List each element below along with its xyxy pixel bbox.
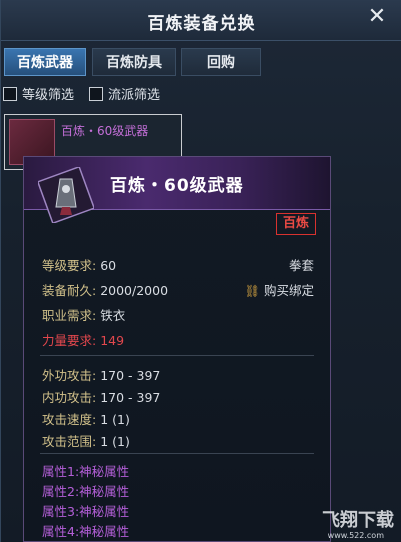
attribute-line: 属性3:神秘属性: [42, 504, 130, 519]
inner-attack-label: 内功攻击:: [42, 390, 97, 405]
grade-badge: 百炼: [275, 213, 316, 235]
tooltip-item-name: 百炼・60级武器: [110, 176, 244, 196]
list-item-name: 百炼・60级武器: [61, 124, 149, 138]
gauntlet-icon: [38, 167, 94, 223]
attribute-line: 属性2:神秘属性: [42, 484, 130, 499]
durability-value: 2000/2000: [100, 283, 169, 298]
outer-attack-value: 170 - 397: [100, 368, 161, 383]
title-bar: 百炼装备兑换 ✕: [1, 0, 401, 41]
bind-status: ⛓ 购买绑定: [245, 280, 314, 299]
class-label: 职业需求:: [42, 308, 97, 323]
equipment-exchange-window: 百炼装备兑换 ✕ 百炼武器 百炼防具 回购 等级筛选 流派筛选 百炼・60级武器…: [0, 0, 401, 542]
window-title: 百炼装备兑换: [147, 14, 256, 34]
strength-requirement: 力量要求: 149: [42, 330, 124, 349]
close-icon[interactable]: ✕: [366, 6, 388, 28]
attribute-line: 属性1:神秘属性: [42, 464, 130, 479]
level-value: 60: [100, 258, 117, 273]
attribute-line: 属性4:神秘属性: [42, 524, 130, 539]
inner-attack: 内功攻击: 170 - 397: [42, 387, 160, 406]
level-label: 等级要求:: [42, 258, 97, 273]
school-filter-label: 流派筛选: [108, 88, 161, 103]
durability-label: 装备耐久:: [42, 283, 97, 298]
divider: [40, 355, 314, 356]
strength-label: 力量要求:: [42, 333, 97, 348]
outer-attack-label: 外功攻击:: [42, 368, 97, 383]
watermark-url: www.522.com: [327, 531, 384, 540]
class-value: 铁衣: [100, 308, 126, 323]
tab-weapons[interactable]: 百炼武器: [4, 48, 86, 76]
attack-range-value: 1 (1): [100, 434, 130, 449]
tab-buyback[interactable]: 回购: [181, 48, 261, 76]
school-filter-checkbox[interactable]: 流派筛选: [89, 86, 160, 106]
level-requirement: 等级要求: 60: [42, 255, 116, 274]
weapon-type: 拳套: [288, 258, 314, 273]
item-tooltip: 百炼・60级武器 百炼 等级要求: 60 拳套 装备耐久: 2000/2000 …: [23, 156, 331, 542]
attack-range: 攻击范围: 1 (1): [42, 431, 130, 450]
watermark-logo: 飞翔下载: [322, 510, 394, 531]
checkbox-icon: [3, 87, 17, 101]
attack-speed-value: 1 (1): [100, 412, 130, 427]
attack-speed: 攻击速度: 1 (1): [42, 409, 130, 428]
inner-attack-value: 170 - 397: [100, 390, 161, 405]
lock-icon: ⛓: [244, 284, 260, 298]
class-requirement: 职业需求: 铁衣: [42, 305, 125, 324]
level-filter-label: 等级筛选: [22, 88, 75, 103]
attack-range-label: 攻击范围:: [42, 434, 97, 449]
checkbox-icon: [89, 87, 103, 101]
strength-value: 149: [100, 333, 125, 348]
level-filter-checkbox[interactable]: 等级筛选: [3, 86, 74, 106]
outer-attack: 外功攻击: 170 - 397: [42, 365, 160, 384]
bind-text: 购买绑定: [263, 283, 314, 298]
tab-armor[interactable]: 百炼防具: [92, 48, 176, 76]
divider: [40, 453, 314, 454]
durability: 装备耐久: 2000/2000: [42, 280, 168, 299]
attack-speed-label: 攻击速度:: [42, 412, 97, 427]
tooltip-header: 百炼・60级武器: [24, 157, 330, 223]
